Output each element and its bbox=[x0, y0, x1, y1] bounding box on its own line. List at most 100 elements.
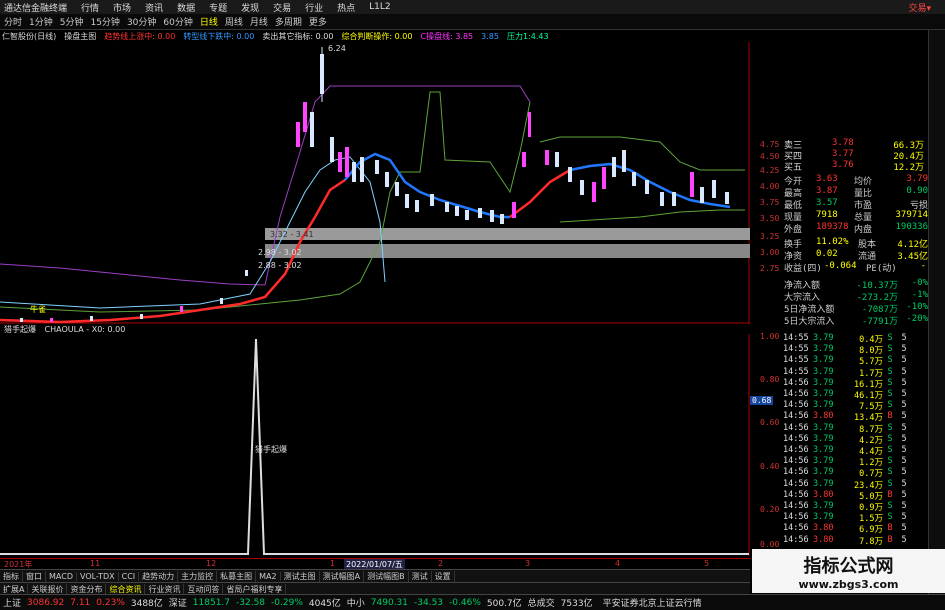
menu-item[interactable]: 行情 bbox=[81, 1, 99, 14]
tick-volume: 1.7万 bbox=[859, 368, 883, 379]
tick-side: S bbox=[887, 433, 893, 444]
stat-value: 3.45亿 bbox=[897, 252, 928, 262]
tick-row: 14:56 3.79 4.2万 S 5 bbox=[783, 433, 928, 446]
bid-row: 买五 3.76 12.2万 bbox=[784, 160, 928, 173]
indicator-tab[interactable]: 测试主图 bbox=[281, 570, 320, 582]
period-tab[interactable]: 5分钟 bbox=[60, 15, 84, 28]
tick-side: S bbox=[887, 344, 893, 355]
stat-key: 净资 bbox=[784, 252, 803, 262]
tick-count: 5 bbox=[901, 377, 907, 388]
indicator-tab[interactable]: 主力监控 bbox=[178, 570, 218, 582]
tick-time: 14:55 bbox=[783, 366, 809, 377]
info-tab[interactable]: 扩展A bbox=[0, 583, 29, 595]
tick-price: 3.80 bbox=[813, 411, 834, 422]
tick-volume: 4.4万 bbox=[859, 447, 883, 457]
info-tab[interactable]: 互动问答 bbox=[184, 583, 224, 595]
stat-key: 股本 bbox=[858, 240, 877, 250]
flow-value: -273.2万 bbox=[856, 293, 898, 303]
menu-item[interactable]: 专题 bbox=[209, 1, 227, 14]
right-sidebar bbox=[928, 30, 945, 594]
watermark-url: www.zbgs3.com bbox=[798, 578, 899, 591]
price-tick: 4.00 bbox=[760, 182, 780, 191]
menu-item[interactable]: 资讯 bbox=[145, 1, 163, 14]
tick-side: B bbox=[887, 523, 893, 534]
tick-volume: 8.0万 bbox=[859, 346, 883, 357]
tick-side: S bbox=[887, 355, 893, 366]
kline-chart[interactable]: 6.24 3.32 - 3.41 2.98 - 3.02 2.88 - 3.02… bbox=[0, 42, 750, 324]
tick-row: 14:55 3.79 5.7万 S 5 bbox=[783, 355, 928, 367]
indicator-tab[interactable]: 私募主图 bbox=[217, 570, 257, 582]
signal-marker: 牛雀 bbox=[30, 304, 46, 314]
indicator-tab[interactable]: MACD bbox=[46, 571, 77, 581]
period-tab[interactable]: 30分钟 bbox=[127, 15, 156, 28]
menu-item[interactable]: 发现 bbox=[241, 1, 259, 14]
menu-item[interactable]: 市场 bbox=[113, 1, 131, 14]
ask-row: 卖三 3.78 66.3万 bbox=[784, 138, 928, 151]
status-bar: 上证 3086.92 7.11 0.23% 3488亿 深证 11851.7 -… bbox=[0, 594, 945, 610]
index-amount: 4045亿 bbox=[308, 599, 341, 609]
watermark: 指标公式网 www.zbgs3.com bbox=[752, 549, 945, 593]
info-tab[interactable]: 省局户福利专享 bbox=[223, 583, 287, 595]
index-amount: 500.7亿 bbox=[486, 599, 522, 609]
indicator-tab[interactable]: 测试幅图A bbox=[320, 570, 365, 582]
flow-pct: -20% bbox=[906, 314, 928, 324]
indicator-tab[interactable]: 测试幅图B bbox=[364, 570, 409, 582]
index-name[interactable]: 深证 bbox=[169, 596, 187, 609]
tick-time: 14:56 bbox=[783, 456, 809, 467]
period-tab[interactable]: 分时 bbox=[4, 15, 22, 28]
period-tab[interactable]: 更多 bbox=[309, 15, 327, 28]
price-tick: 3.75 bbox=[760, 198, 780, 207]
indicator-tab[interactable]: 趋势动力 bbox=[139, 570, 179, 582]
indicator-tab[interactable]: 指标 bbox=[0, 570, 23, 582]
indicator-tab[interactable]: 窗口 bbox=[23, 570, 46, 582]
index-amount: 3488亿 bbox=[130, 599, 163, 609]
period-tab[interactable]: 15分钟 bbox=[90, 15, 119, 28]
indicator-tab[interactable]: 设置 bbox=[432, 570, 455, 582]
indicator-tab[interactable]: VOL-TDX bbox=[77, 571, 119, 581]
tick-price: 3.79 bbox=[813, 355, 834, 366]
period-tab-selected[interactable]: 日线 bbox=[200, 15, 218, 28]
index-value: 3086.92 bbox=[27, 597, 65, 608]
tick-count: 5 bbox=[901, 411, 907, 422]
indicator-item[interactable]: 操盘主图 bbox=[64, 31, 96, 42]
indicator-tab[interactable]: MA2 bbox=[256, 571, 281, 581]
sub-indicator-chart[interactable]: 猎手起爆 bbox=[0, 334, 750, 556]
info-tab[interactable]: 关联报价 bbox=[28, 583, 68, 595]
stat-value: 189378 bbox=[816, 222, 849, 232]
info-tab[interactable]: 综合资讯 bbox=[106, 583, 146, 595]
menu-item[interactable]: 交易 bbox=[273, 1, 291, 14]
tick-side: S bbox=[887, 333, 893, 343]
tick-volume: 23.4万 bbox=[854, 480, 883, 491]
flow-label: 5日大宗流入 bbox=[784, 317, 835, 327]
period-tab[interactable]: 多周期 bbox=[275, 15, 302, 28]
tick-side: S bbox=[887, 445, 893, 455]
index-change: -34.53 bbox=[414, 597, 444, 608]
tick-count: 5 bbox=[901, 501, 907, 511]
stat-key: 现量 bbox=[784, 213, 803, 223]
tick-price: 3.80 bbox=[813, 523, 834, 534]
tick-time: 14:56 bbox=[783, 489, 809, 500]
sub-chart-name[interactable]: 猎手起爆 bbox=[4, 325, 36, 334]
index-name[interactable]: 上证 bbox=[3, 596, 21, 609]
period-tab[interactable]: 月线 bbox=[250, 15, 268, 28]
index-change: 7.11 bbox=[70, 597, 91, 608]
trade-menu[interactable]: 交易▾ bbox=[908, 1, 931, 14]
period-tab[interactable]: 周线 bbox=[225, 15, 243, 28]
tick-time: 14:55 bbox=[783, 344, 809, 355]
menu-item[interactable]: 行业 bbox=[305, 1, 323, 14]
menu-item[interactable]: L1L2 bbox=[369, 2, 390, 12]
indicator-item: C操盘线: 3.85 bbox=[420, 31, 474, 41]
period-tab[interactable]: 1分钟 bbox=[29, 15, 53, 28]
index-change: -32.58 bbox=[236, 597, 266, 608]
menu-item[interactable]: 数据 bbox=[177, 1, 195, 14]
index-name[interactable]: 中小 bbox=[347, 596, 365, 609]
time-label: 1 bbox=[330, 559, 336, 568]
indicator-tab[interactable]: CCI bbox=[119, 571, 140, 581]
period-tab[interactable]: 60分钟 bbox=[163, 15, 192, 28]
index-name[interactable]: 总成交 bbox=[528, 596, 555, 609]
info-tab[interactable]: 行业资讯 bbox=[145, 583, 185, 595]
menu-item[interactable]: 热点 bbox=[337, 1, 355, 14]
tick-time: 14:56 bbox=[783, 523, 809, 534]
info-tab[interactable]: 资金分布 bbox=[67, 583, 107, 595]
indicator-tab[interactable]: 测试 bbox=[409, 570, 432, 582]
